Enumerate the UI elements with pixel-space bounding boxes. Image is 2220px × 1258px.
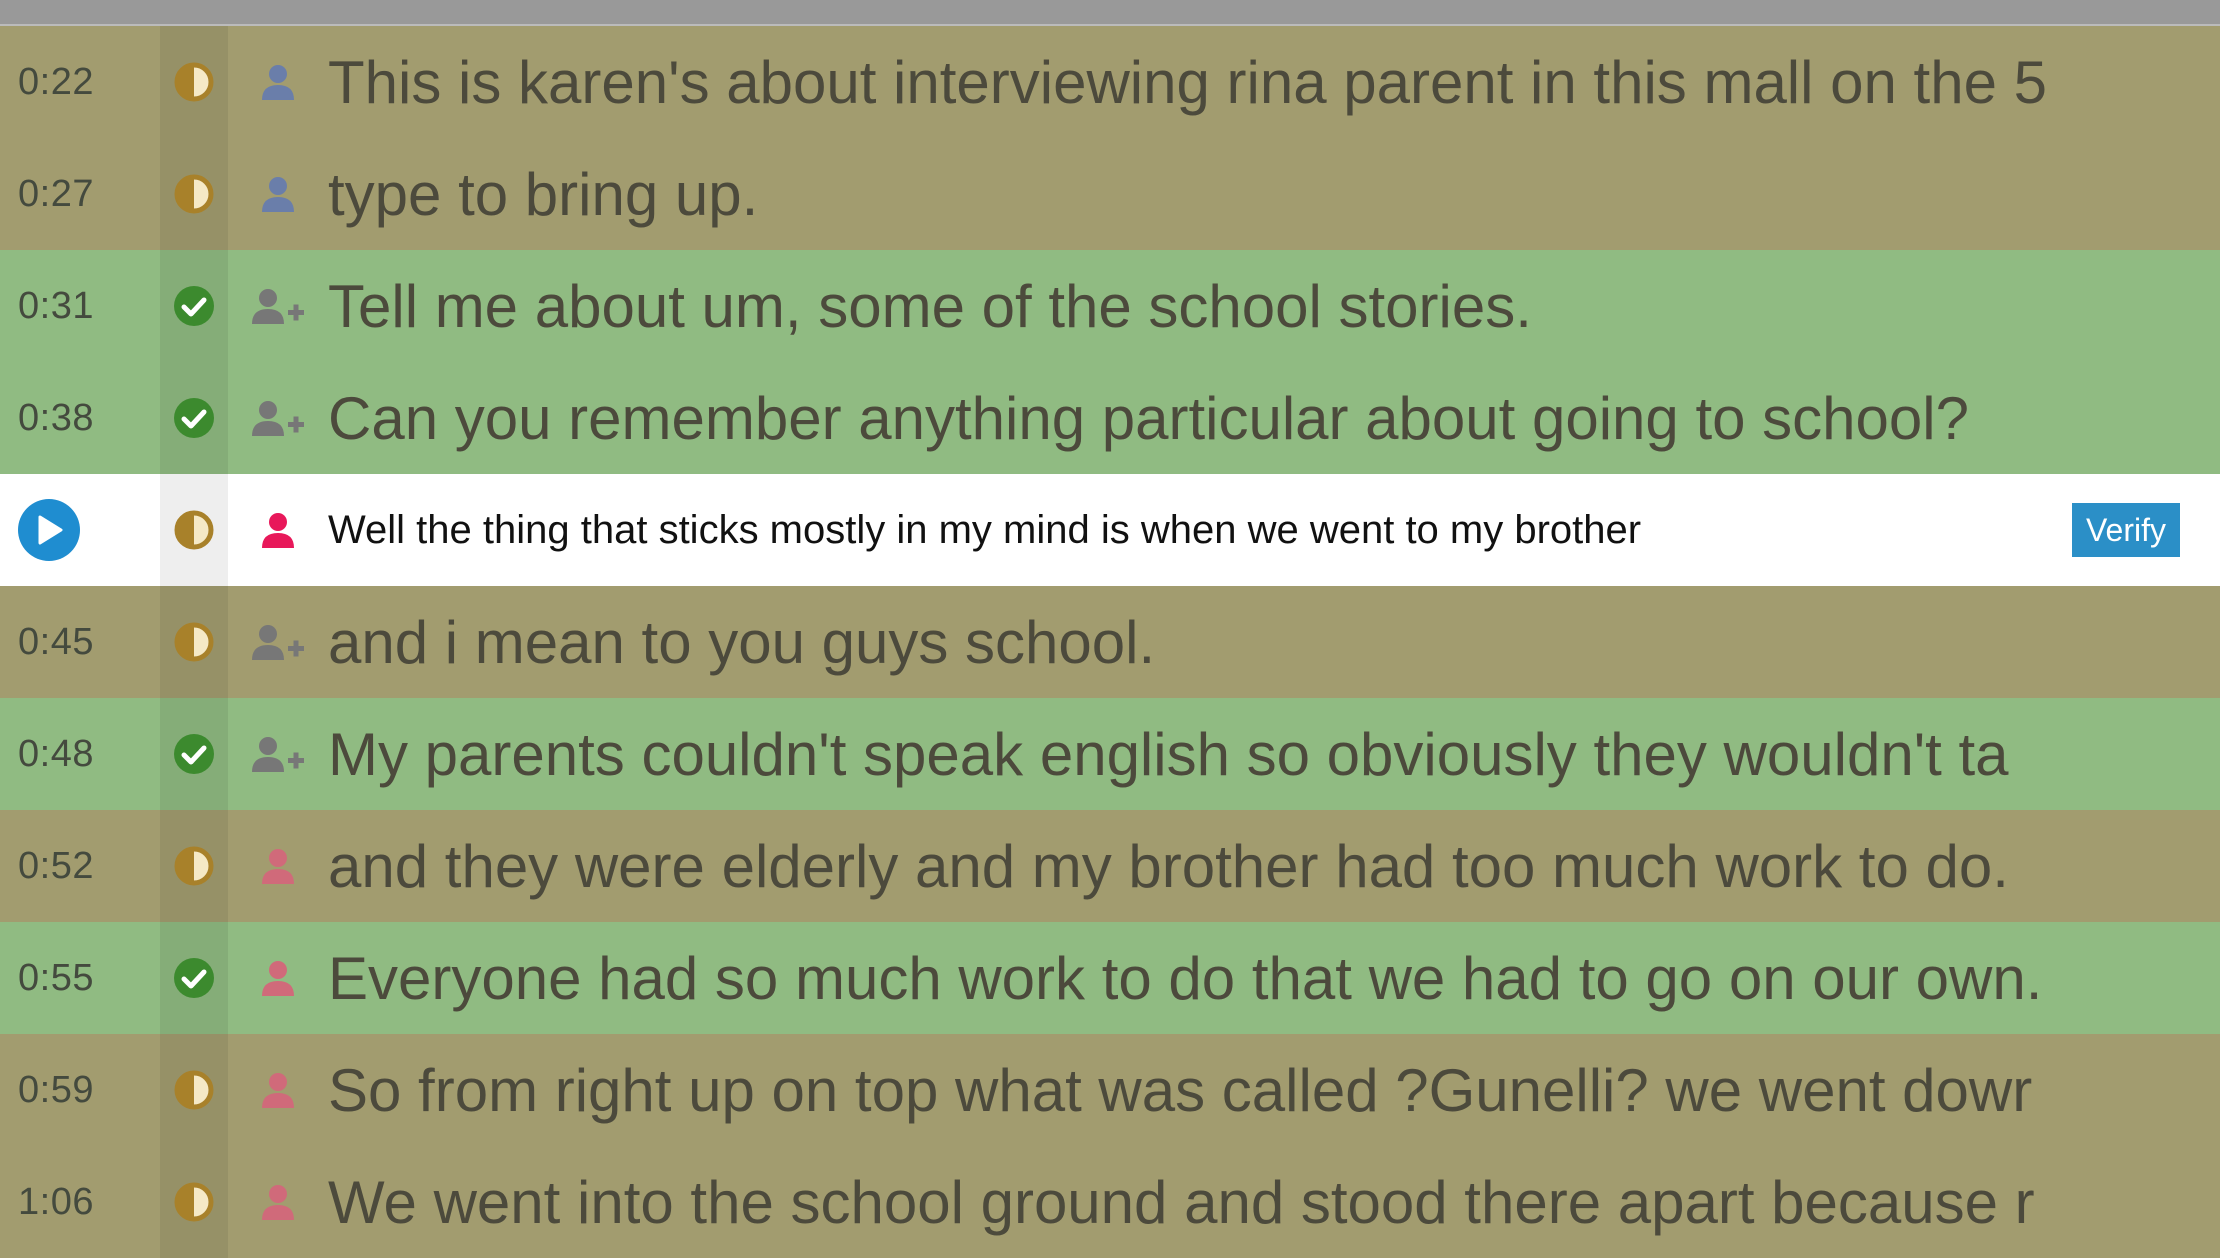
row-timestamp[interactable]: 0:38 (0, 397, 160, 440)
check-circle-icon[interactable] (160, 362, 228, 474)
row-timestamp[interactable]: 0:45 (0, 621, 160, 664)
person-plus-icon[interactable] (228, 586, 328, 698)
transcript-list: 0:22 This is karen's about interviewing … (0, 26, 2220, 1258)
transcript-row[interactable]: 1:06 We went into the school ground and … (0, 1146, 2220, 1258)
transcript-row[interactable]: 0:52 and they were elderly and my brothe… (0, 810, 2220, 922)
person-icon[interactable] (228, 138, 328, 250)
transcript-row[interactable]: 0:38 Can you remember anything particula… (0, 362, 2220, 474)
row-timestamp[interactable]: 0:31 (0, 285, 160, 328)
person-plus-icon[interactable] (228, 362, 328, 474)
row-text[interactable]: and they were elderly and my brother had… (328, 832, 2058, 901)
person-icon[interactable] (228, 26, 328, 138)
transcript-row[interactable]: 0:22 This is karen's about interviewing … (0, 26, 2220, 138)
active-transcript-row[interactable]: Well the thing that sticks mostly in my … (0, 474, 2220, 586)
partial-status-icon[interactable] (160, 26, 228, 138)
active-row-text[interactable]: Well the thing that sticks mostly in my … (328, 508, 2058, 553)
transcript-row[interactable]: 0:45 and i mean to you guys school. (0, 586, 2220, 698)
row-text[interactable]: Everyone had so much work to do that we … (328, 944, 2058, 1013)
row-text[interactable]: This is karen's about interviewing rina … (328, 48, 2058, 117)
transcript-row[interactable]: 0:27 type to bring up. (0, 138, 2220, 250)
row-text[interactable]: Can you remember anything particular abo… (328, 384, 2058, 453)
person-icon[interactable] (228, 1146, 328, 1258)
row-timestamp[interactable]: 0:27 (0, 173, 160, 216)
person-plus-icon[interactable] (228, 250, 328, 362)
play-button-cell (0, 499, 160, 561)
row-text[interactable]: type to bring up. (328, 160, 2058, 229)
person-icon[interactable] (228, 810, 328, 922)
row-text[interactable]: My parents couldn't speak english so obv… (328, 720, 2058, 789)
row-text[interactable]: and i mean to you guys school. (328, 608, 2058, 677)
check-circle-icon[interactable] (160, 922, 228, 1034)
person-icon[interactable] (228, 922, 328, 1034)
row-text[interactable]: We went into the school ground and stood… (328, 1168, 2058, 1237)
partial-status-icon[interactable] (160, 1146, 228, 1258)
play-circle-icon[interactable] (18, 499, 80, 561)
row-timestamp[interactable]: 1:06 (0, 1181, 160, 1224)
row-timestamp[interactable]: 0:52 (0, 845, 160, 888)
row-text[interactable]: So from right up on top what was called … (328, 1056, 2058, 1125)
row-timestamp[interactable]: 0:22 (0, 61, 160, 104)
partial-status-icon[interactable] (160, 1034, 228, 1146)
person-icon[interactable] (228, 1034, 328, 1146)
transcript-row[interactable]: 0:31 Tell me about um, some of the schoo… (0, 250, 2220, 362)
transcript-row[interactable]: 0:55 Everyone had so much work to do tha… (0, 922, 2220, 1034)
row-timestamp[interactable]: 0:59 (0, 1069, 160, 1112)
partial-status-icon[interactable] (160, 138, 228, 250)
partial-status-icon[interactable] (160, 586, 228, 698)
transcript-row[interactable]: 0:59 So from right up on top what was ca… (0, 1034, 2220, 1146)
row-text[interactable]: Tell me about um, some of the school sto… (328, 272, 2058, 341)
row-timestamp[interactable]: 0:48 (0, 733, 160, 776)
person-plus-icon[interactable] (228, 698, 328, 810)
top-bar (0, 0, 2220, 26)
check-circle-icon[interactable] (160, 698, 228, 810)
transcript-row[interactable]: 0:48 My parents couldn't speak english s… (0, 698, 2220, 810)
verify-button[interactable]: Verify (2071, 503, 2180, 557)
partial-status-icon[interactable] (160, 810, 228, 922)
person-icon[interactable] (228, 474, 328, 586)
half-circle-icon[interactable] (160, 474, 228, 586)
row-timestamp[interactable]: 0:55 (0, 957, 160, 1000)
check-circle-icon[interactable] (160, 250, 228, 362)
